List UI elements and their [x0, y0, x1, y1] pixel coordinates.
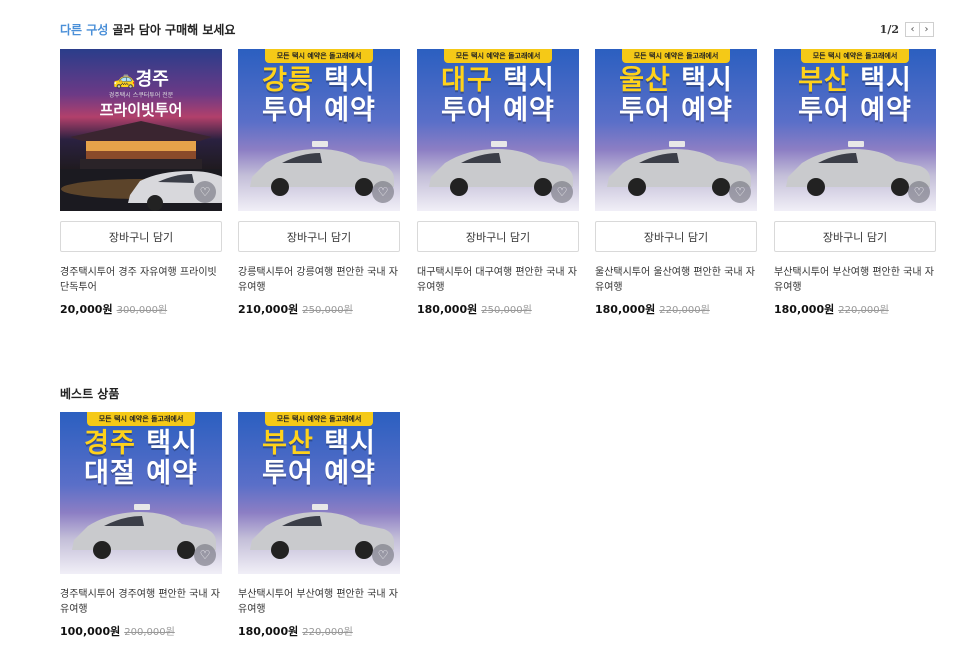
product-original-price: 220,000원 — [659, 305, 710, 316]
image-word: 택시 — [860, 65, 912, 96]
product-price: 180,000원 — [417, 303, 478, 316]
product-image[interactable]: 모든 택시 예약은 돌고래에서 경주 택시 대절 예약 ♡ — [60, 412, 222, 574]
product-image[interactable]: 모든 택시 예약은 돌고래에서 부산 택시 투어 예약 ♡ — [774, 49, 936, 211]
image-banner: 모든 택시 예약은 돌고래에서 — [265, 412, 373, 426]
heart-icon: ♡ — [199, 185, 211, 199]
image-line2: 투어 예약 — [441, 95, 555, 126]
chevron-right-icon: › — [924, 24, 929, 35]
pager: 1/2 ‹ › — [880, 22, 934, 37]
wishlist-button[interactable]: ♡ — [194, 181, 216, 203]
product-original-price: 200,000원 — [124, 627, 175, 638]
add-to-cart-button[interactable]: 장바구니 담기 — [595, 221, 757, 252]
image-banner: 모든 택시 예약은 돌고래에서 — [444, 49, 552, 63]
product-price: 210,000원 — [238, 303, 299, 316]
product-price: 180,000원 — [238, 625, 299, 638]
product-name[interactable]: 부산택시투어 부산여행 편안한 국내 자유여행 — [774, 265, 936, 295]
product-name[interactable]: 강릉택시투어 강릉여행 편안한 국내 자유여행 — [238, 265, 400, 295]
add-to-cart-button[interactable]: 장바구니 담기 — [238, 221, 400, 252]
product-original-price: 220,000원 — [838, 305, 889, 316]
heart-icon: ♡ — [734, 185, 746, 199]
product-price: 180,000원 — [595, 303, 656, 316]
product-original-price: 250,000원 — [481, 305, 532, 316]
heart-icon: ♡ — [377, 185, 389, 199]
product-name[interactable]: 경주택시투어 경주 자유여행 프라이빗 단독투어 — [60, 265, 222, 295]
image-city: 울산 — [619, 65, 671, 96]
image-line1: 부산 택시 — [774, 66, 936, 96]
product-name[interactable]: 부산택시투어 부산여행 편안한 국내 자유여행 — [238, 587, 400, 617]
product-card[interactable]: 모든 택시 예약은 돌고래에서 경주 택시 대절 예약 ♡ 경주택시투어 경주여… — [60, 412, 222, 639]
product-name[interactable]: 대구택시투어 대구여행 편안한 국내 자유여행 — [417, 265, 579, 295]
product-image[interactable]: 모든 택시 예약은 돌고래에서 부산 택시 투어 예약 ♡ — [238, 412, 400, 574]
image-line2: 대절 예약 — [84, 458, 198, 489]
image-word: 택시 — [681, 65, 733, 96]
product-card[interactable]: 모든 택시 예약은 돌고래에서 부산 택시 투어 예약 ♡ 장바구니 담기 부산… — [774, 49, 936, 317]
image-banner: 모든 택시 예약은 돌고래에서 — [801, 49, 909, 63]
image-word: 택시 — [324, 428, 376, 459]
product-price: 20,000원 — [60, 303, 113, 316]
chevron-left-icon: ‹ — [910, 24, 915, 35]
image-word: 택시 — [503, 65, 555, 96]
heart-icon: ♡ — [556, 185, 568, 199]
product-card[interactable]: 모든 택시 예약은 돌고래에서 울산 택시 투어 예약 ♡ 장바구니 담기 울산… — [595, 49, 757, 317]
image-line2: 투어 예약 — [619, 95, 733, 126]
product-original-price: 250,000원 — [302, 305, 353, 316]
product-price: 100,000원 — [60, 625, 121, 638]
pager-indicator: 1/2 — [879, 23, 899, 36]
image-line1: 경주 택시 — [60, 429, 222, 459]
image-city: 강릉 — [262, 65, 314, 96]
product-original-price: 220,000원 — [302, 627, 353, 638]
wishlist-button[interactable]: ♡ — [729, 181, 751, 203]
image-banner: 모든 택시 예약은 돌고래에서 — [87, 412, 195, 426]
product-card[interactable]: 모든 택시 예약은 돌고래에서 강릉 택시 투어 예약 ♡ 장바구니 담기 강릉… — [238, 49, 400, 317]
product-card[interactable]: 모든 택시 예약은 돌고래에서 대구 택시 투어 예약 ♡ 장바구니 담기 대구… — [417, 49, 579, 317]
section-title-other-options: 다른 구성 골라 담아 구매해 보세요 — [60, 21, 235, 38]
section-title-best: 베스트 상품 — [60, 385, 119, 402]
wishlist-button[interactable]: ♡ — [551, 181, 573, 203]
image-banner: 모든 택시 예약은 돌고래에서 — [265, 49, 373, 63]
product-image[interactable]: 모든 택시 예약은 돌고래에서 울산 택시 투어 예약 ♡ — [595, 49, 757, 211]
image-line2: 투어 예약 — [262, 458, 376, 489]
section-title-text: 베스트 상품 — [60, 387, 120, 401]
product-card[interactable]: 🚕경주 경주택시 스쿠터투어 전문 프라이빗투어 ♡ 장바구니 담기 경주택시투… — [60, 49, 222, 317]
pager-prev-button[interactable]: ‹ — [905, 22, 920, 37]
pager-next-button[interactable]: › — [919, 22, 934, 37]
add-to-cart-button[interactable]: 장바구니 담기 — [417, 221, 579, 252]
product-card[interactable]: 모든 택시 예약은 돌고래에서 부산 택시 투어 예약 ♡ 부산택시투어 부산여… — [238, 412, 400, 639]
image-line1: 대구 택시 — [417, 66, 579, 96]
image-line2: 투어 예약 — [798, 95, 912, 126]
image-city: 부산 — [798, 65, 850, 96]
image-line1: 강릉 택시 — [238, 66, 400, 96]
image-city: 경주 — [84, 428, 136, 459]
section-title-text: 골라 담아 구매해 보세요 — [108, 23, 236, 37]
image-line1: 부산 택시 — [238, 429, 400, 459]
product-image[interactable]: 모든 택시 예약은 돌고래에서 강릉 택시 투어 예약 ♡ — [238, 49, 400, 211]
wishlist-button[interactable]: ♡ — [908, 181, 930, 203]
image-word: 택시 — [324, 65, 376, 96]
image-line2: 투어 예약 — [262, 95, 376, 126]
wishlist-button[interactable]: ♡ — [372, 544, 394, 566]
product-name[interactable]: 경주택시투어 경주여행 편안한 국내 자유여행 — [60, 587, 222, 617]
add-to-cart-button[interactable]: 장바구니 담기 — [774, 221, 936, 252]
heart-icon: ♡ — [377, 548, 389, 562]
image-city: 부산 — [262, 428, 314, 459]
section-title-accent: 다른 구성 — [60, 23, 109, 37]
image-word: 택시 — [146, 428, 198, 459]
add-to-cart-button[interactable]: 장바구니 담기 — [60, 221, 222, 252]
wishlist-button[interactable]: ♡ — [194, 544, 216, 566]
product-image-gyeongju-private[interactable]: 🚕경주 경주택시 스쿠터투어 전문 프라이빗투어 ♡ — [60, 49, 222, 211]
product-original-price: 300,000원 — [116, 305, 168, 316]
image-line1: 울산 택시 — [595, 66, 757, 96]
product-price: 180,000원 — [774, 303, 835, 316]
image-city: 대구 — [441, 65, 493, 96]
wishlist-button[interactable]: ♡ — [372, 181, 394, 203]
heart-icon: ♡ — [913, 185, 925, 199]
image-banner: 모든 택시 예약은 돌고래에서 — [622, 49, 730, 63]
product-name[interactable]: 울산택시투어 울산여행 편안한 국내 자유여행 — [595, 265, 757, 295]
heart-icon: ♡ — [199, 548, 211, 562]
product-image[interactable]: 모든 택시 예약은 돌고래에서 대구 택시 투어 예약 ♡ — [417, 49, 579, 211]
